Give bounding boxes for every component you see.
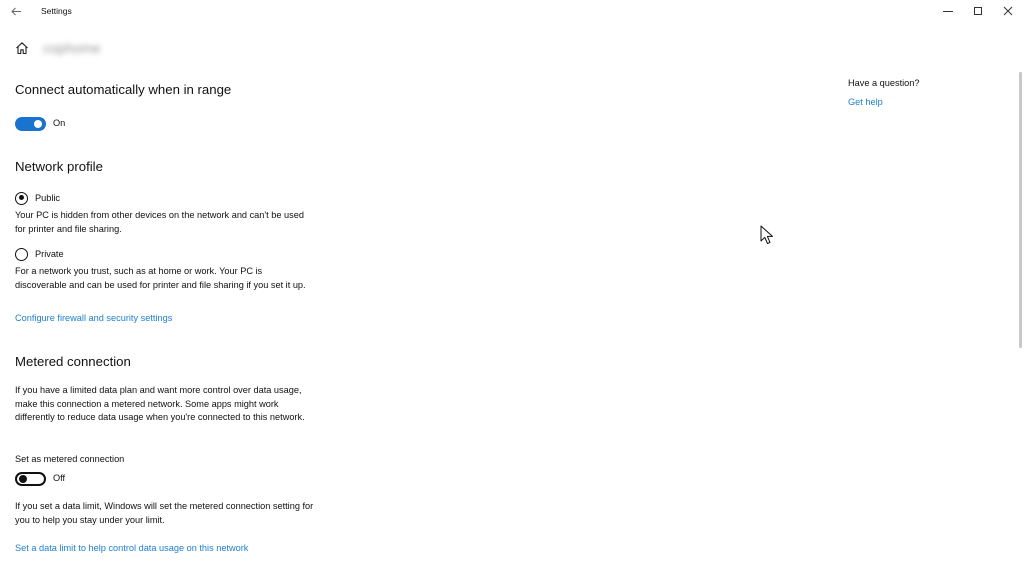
home-icon[interactable] [15,41,29,55]
back-button[interactable] [6,2,26,20]
minimize-button[interactable] [932,2,964,20]
help-question: Have a question? [848,78,920,88]
private-description: For a network you trust, such as at home… [15,266,306,290]
back-arrow-icon [11,7,21,15]
minimize-icon [943,11,953,12]
auto-connect-toggle-state: On [53,118,66,128]
radio-button-private[interactable] [15,247,28,261]
radio-button-public[interactable] [15,191,28,205]
close-button[interactable] [992,2,1024,20]
metered-description: If you have a limited data plan and want… [15,385,305,422]
scrollbar[interactable] [1019,72,1022,348]
toggle-knob [34,120,42,128]
metered-toggle[interactable] [15,472,46,486]
public-description: Your PC is hidden from other devices on … [15,210,304,234]
maximize-button[interactable] [962,2,994,20]
mouse-cursor-icon [760,225,773,244]
network-name: cophome [43,40,101,56]
network-profile-heading: Network profile [15,159,103,174]
radio-private[interactable]: Private [15,247,64,261]
auto-connect-toggle[interactable] [15,117,46,131]
toggle-knob [19,475,27,483]
maximize-icon [974,7,982,15]
metered-heading: Metered connection [15,354,131,369]
firewall-settings-link[interactable]: Configure firewall and security settings [15,313,172,323]
get-help-link[interactable]: Get help [848,97,883,107]
app-title: Settings [41,6,72,16]
radio-selected-dot [18,195,24,200]
radio-private-label: Private [35,249,64,259]
metered-set-label: Set as metered connection [15,454,125,464]
close-icon [1003,6,1013,16]
metered-toggle-state: Off [53,473,66,483]
auto-connect-heading: Connect automatically when in range [15,82,232,97]
radio-public[interactable]: Public [15,191,60,205]
title-bar: Settings [0,0,1024,23]
radio-public-label: Public [35,193,61,203]
data-limit-note: If you set a data limit, Windows will se… [15,501,314,525]
data-limit-link[interactable]: Set a data limit to help control data us… [15,543,248,553]
